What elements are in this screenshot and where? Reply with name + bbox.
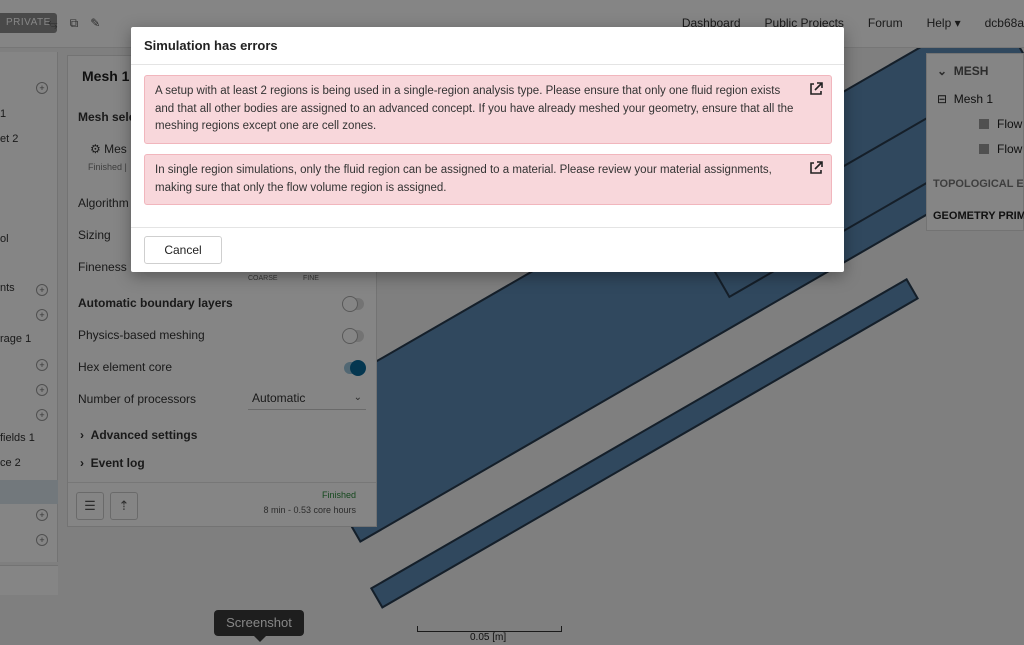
external-link-icon[interactable]: [809, 161, 823, 175]
cancel-button[interactable]: Cancel: [144, 236, 222, 264]
error-message: In single region simulations, only the f…: [155, 164, 772, 194]
divider: [131, 227, 844, 228]
errors-dialog: Simulation has errors A setup with at le…: [131, 27, 844, 272]
error-message: A setup with at least 2 regions is being…: [155, 85, 794, 132]
divider: [131, 64, 844, 65]
error-alert: A setup with at least 2 regions is being…: [144, 75, 832, 144]
dialog-title: Simulation has errors: [144, 38, 278, 53]
error-alert: In single region simulations, only the f…: [144, 154, 832, 205]
external-link-icon[interactable]: [809, 82, 823, 96]
